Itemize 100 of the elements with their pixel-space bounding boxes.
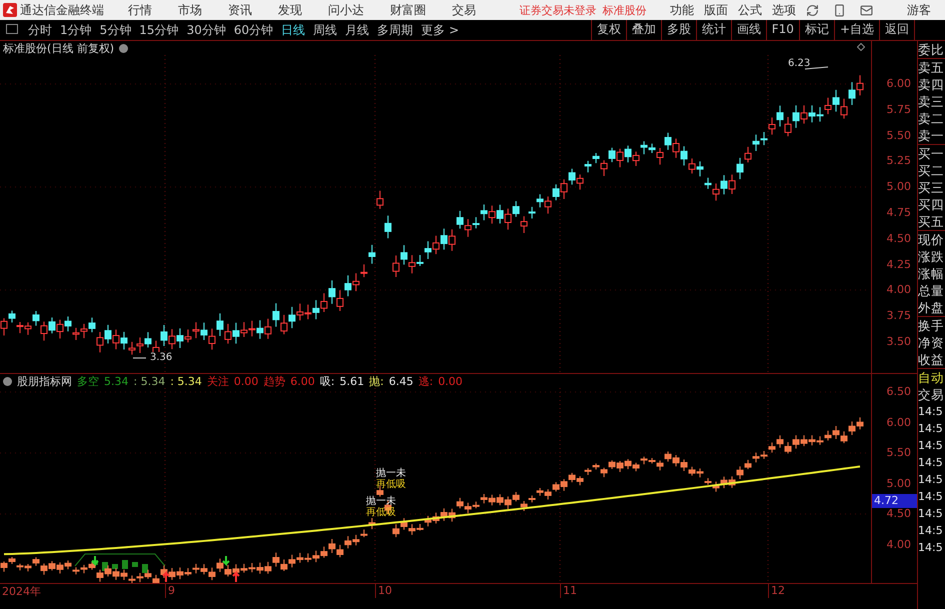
price-axis-label: 5.25 [886,154,912,168]
period-tab[interactable]: 15分钟 [135,20,183,40]
current-value-badge: 4.72 [872,494,917,508]
period-tab[interactable]: 分时 [24,20,56,40]
price-axis-label: 3.50 [886,334,912,349]
price-axis-label: 3.75 [886,309,912,324]
price-axis-label: 6.00 [886,77,912,91]
menu-item[interactable]: 发现 [278,2,302,18]
price-axis-label: 4.25 [886,258,912,272]
toolbar-button[interactable]: +自选 [834,20,879,40]
price-axis-label: 4.00 [886,283,912,298]
menu-item[interactable]: 市场 [178,2,202,18]
toolbar-button[interactable]: 叠加 [626,20,661,40]
toolbar-button[interactable]: 画线 [730,20,766,40]
indicator-name: 股朋指标网 [17,374,72,388]
trade-time: 14:5 [918,438,944,454]
price-axis-label: 4.50 [886,232,912,246]
price-axis-label: 5.50 [886,128,912,143]
refresh-icon[interactable] [806,4,819,16]
menu-item[interactable]: 资讯 [228,2,252,18]
app-logo [3,3,17,17]
menu-item[interactable]: 行情 [128,2,152,18]
trade-time: 14:5 [918,540,944,556]
indicator-axis-label: 5.50 [886,446,912,460]
price-axis-label: 5.00 [886,180,912,194]
trade-time: 14:5 [918,506,944,522]
price-axis-label: 4.75 [886,206,912,220]
chart-annotation: 再低吸 [366,506,396,519]
period-tab[interactable]: 更多 > [417,20,463,40]
quote-label: 换手 [918,316,945,334]
up-arrow-icon [232,570,240,583]
indicator-readout: 多空 [77,374,99,388]
indicator-readout: 吸: [320,374,335,388]
indicator-axis-label: 5.00 [886,476,912,491]
quote-label: 买四 [918,196,945,213]
indicator-readout: 6.45 [388,374,414,388]
trade-time: 14:5 [918,421,944,437]
down-arrow-icon [91,555,99,566]
menu-item[interactable]: 功能 [670,2,694,18]
quote-label: 收益 [918,351,945,368]
toolbar-button[interactable]: F10 [766,20,799,40]
period-tab[interactable]: 5分钟 [96,20,136,40]
trade-label: 自动 [918,368,945,386]
trade-label: 交易 [918,386,945,403]
period-tab[interactable]: 周线 [309,20,342,40]
period-tab[interactable]: 60分钟 [230,20,278,40]
quote-label: 现价 [918,230,945,248]
menu-item[interactable]: 选项 [772,2,796,18]
low-price-label: 3.36 [149,352,174,363]
indicator-axis-label: 6.50 [886,385,912,399]
toolbar-button[interactable]: 复权 [590,20,626,40]
chart-annotation: 再低吸 [376,478,406,491]
panel-toggle-icon[interactable] [6,24,18,34]
indicator-readout: 0.00 [438,374,463,388]
quote-label: 卖二 [918,110,945,127]
quote-label: 卖三 [918,93,945,110]
period-tab[interactable]: 1分钟 [56,20,96,40]
quote-label: 涨跌 [918,248,945,265]
leader-line [804,66,828,70]
quote-label: 买三 [918,179,945,196]
period-tab[interactable]: 日线 [277,20,310,40]
indicator-readout: 0.00 [234,374,258,388]
quote-label: 净资 [918,334,945,351]
quote-label: 卖四 [918,76,945,93]
user-label[interactable]: 游客 [907,2,931,18]
quote-label: 卖一 [918,127,945,144]
menu-item[interactable]: 版面 [704,2,728,18]
trade-time: 14:5 [918,523,944,539]
indicator-readout: 5.34 [104,374,128,388]
indicator-axis-label: 6.00 [886,416,912,430]
trade-time: 14:5 [918,472,944,488]
quote-label: 卖五 [918,58,945,76]
quote-label: 买一 [918,144,945,162]
quote-label: 涨幅 [918,265,945,282]
indicator-axis-label: 4.00 [886,538,912,552]
toolbar-button[interactable]: 多股 [660,20,696,40]
menu-item[interactable]: 财富圈 [390,2,426,18]
high-price-label: 6.23 [788,58,810,69]
indicator-readout: 6.00 [290,374,315,388]
toolbar-button[interactable]: 标记 [798,20,834,40]
period-tab[interactable]: 月线 [341,20,374,40]
indicator-readout: 趋势 [263,374,286,388]
period-tab[interactable]: 多周期 [373,20,418,40]
trade-time: 14:5 [918,404,944,420]
menu-item[interactable]: 交易 [452,2,476,18]
quote-label: 总量 [918,282,945,299]
toolbar-button[interactable]: 统计 [696,20,731,40]
chart-annotation: 抛一未 [376,466,406,479]
quote-label: 买二 [918,162,945,179]
date-axis-label: 12 [768,584,917,598]
phone-icon[interactable] [833,4,846,16]
toolbar-button[interactable]: 返回 [879,20,914,40]
indicator-axis-label: 4.50 [886,507,912,522]
mail-icon[interactable] [860,4,873,16]
menu-item[interactable]: 公式 [738,2,762,18]
date-axis-label: 2024年 [1,584,42,598]
period-tab[interactable]: 30分钟 [182,20,230,40]
diamond-icon[interactable] [857,43,865,51]
up-arrow-icon [162,570,170,583]
menu-item[interactable]: 问小达 [328,2,364,18]
